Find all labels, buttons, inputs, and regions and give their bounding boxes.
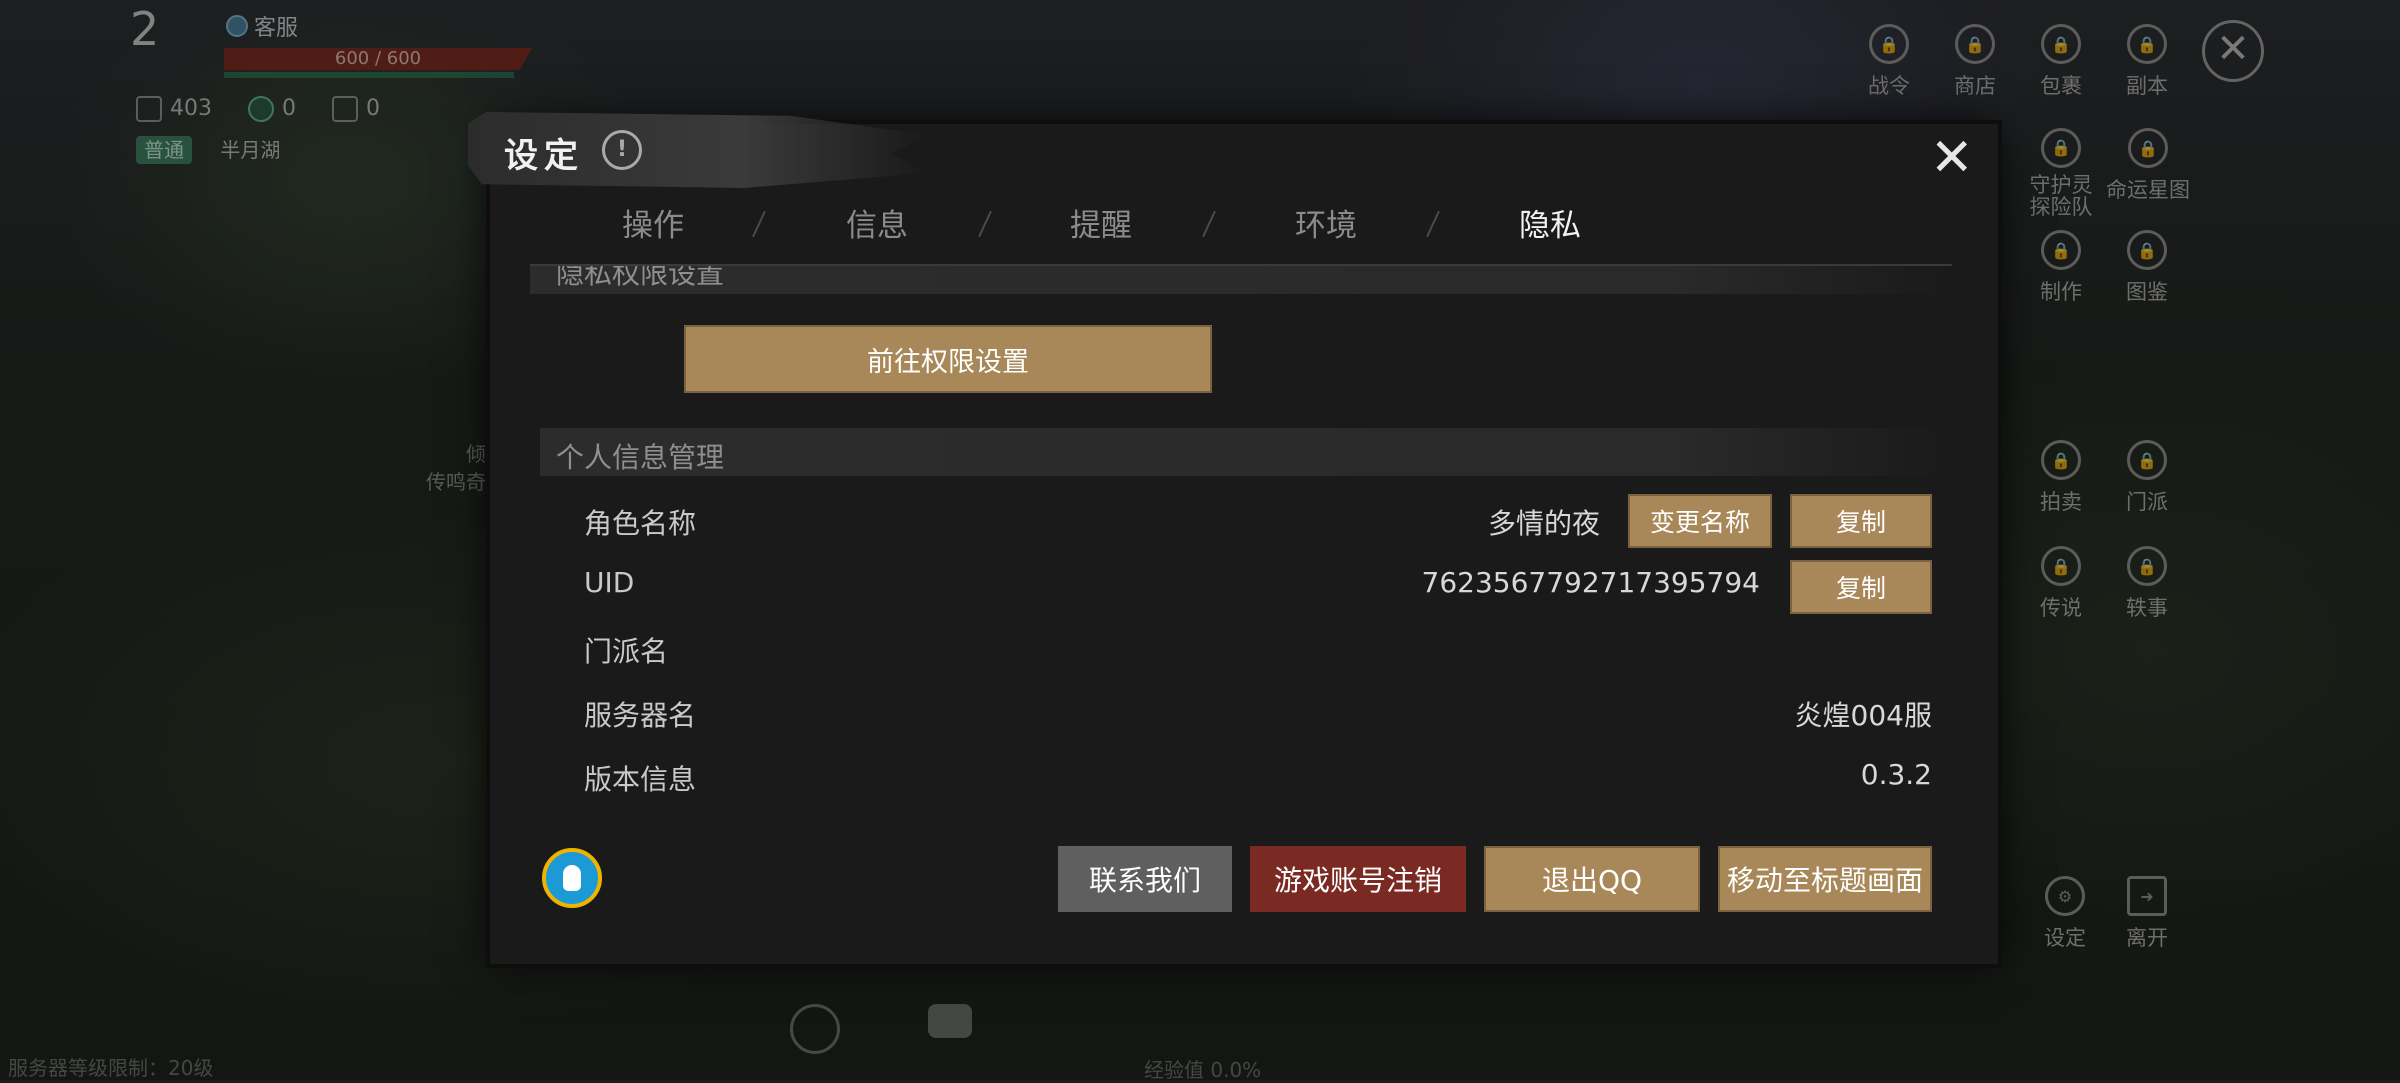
tab-privacy[interactable]: 隐私	[1519, 200, 1581, 245]
role-name-label: 角色名称	[584, 507, 697, 540]
personal-section-title: 个人信息管理	[556, 441, 725, 474]
qq-icon	[542, 848, 602, 908]
uid-value: 7623567792717395794	[1421, 566, 1760, 599]
tab-operation[interactable]: 操作	[622, 200, 684, 245]
version-label: 版本信息	[584, 763, 697, 796]
contact-us-button[interactable]: 联系我们	[1058, 846, 1232, 912]
logout-qq-button[interactable]: 退出QQ	[1484, 846, 1700, 912]
tab-divider	[1202, 210, 1216, 238]
personal-section-bar	[540, 428, 1950, 476]
server-label: 服务器名	[584, 699, 697, 732]
close-icon[interactable]: ✕	[1930, 132, 1974, 184]
rename-button[interactable]: 变更名称	[1628, 494, 1772, 548]
tab-environment[interactable]: 环境	[1295, 200, 1357, 245]
uid-label: UID	[584, 566, 635, 599]
dialog-title: 设定	[504, 136, 584, 176]
info-icon[interactable]: !	[602, 130, 642, 170]
penguin-icon	[563, 865, 581, 891]
copy-uid-button[interactable]: 复制	[1790, 560, 1932, 614]
tab-divider	[978, 210, 992, 238]
server-value: 炎煌004服	[1794, 699, 1932, 732]
role-name-value: 多情的夜	[1487, 507, 1600, 540]
copy-name-button[interactable]: 复制	[1790, 494, 1932, 548]
goto-permission-button[interactable]: 前往权限设置	[684, 325, 1212, 393]
guild-label: 门派名	[584, 635, 669, 668]
version-value: 0.3.2	[1860, 758, 1932, 791]
tab-info[interactable]: 信息	[846, 200, 908, 245]
settings-tabs: 操作 信息 提醒 环境 隐私	[560, 200, 1950, 262]
tab-divider	[752, 210, 766, 238]
tabs-underline-overlay	[530, 264, 1952, 266]
to-title-screen-button[interactable]: 移动至标题画面	[1718, 846, 1932, 912]
tab-reminder[interactable]: 提醒	[1070, 200, 1132, 245]
cancel-account-button[interactable]: 游戏账号注销	[1250, 846, 1466, 912]
tab-divider	[1426, 210, 1440, 238]
